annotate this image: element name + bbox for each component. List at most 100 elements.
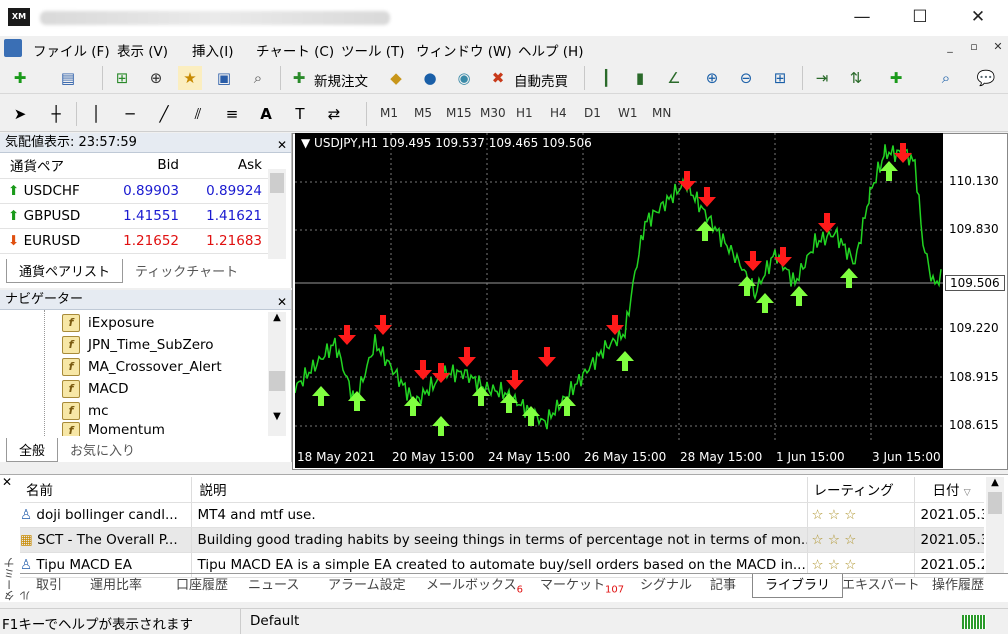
timeframe-w1[interactable]: W1	[618, 106, 638, 120]
auto-trade-icon[interactable]: ✖	[486, 66, 510, 90]
timeframe-m15[interactable]: M15	[446, 106, 472, 120]
search-icon[interactable]: ⌕	[934, 66, 958, 90]
navigator-item[interactable]: f iExposure	[62, 312, 154, 334]
arrows-icon[interactable]: ⇄	[322, 102, 346, 126]
chart-shift-icon[interactable]: ⇥	[810, 66, 834, 90]
tab-tick-chart[interactable]: ティックチャート	[123, 259, 250, 283]
close-icon[interactable]: ✕	[2, 475, 20, 489]
library-row[interactable]: ♙ doji bollinger candl... MT4 and mtf us…	[20, 502, 984, 528]
tab-trade[interactable]: 取引	[36, 574, 62, 598]
quote-row[interactable]: ⬆ GBPUSD 1.41551 1.41621	[0, 203, 268, 229]
col-bid[interactable]: Bid	[112, 153, 187, 179]
mdi-minimize-icon[interactable]: _	[940, 40, 960, 58]
crosshair-icon[interactable]: ┼	[44, 102, 68, 126]
text-label-icon[interactable]: T	[288, 102, 312, 126]
indicators-icon[interactable]: ✚	[884, 66, 908, 90]
minimize-button[interactable]: —	[834, 0, 890, 34]
menu-chart[interactable]: チャート (C)	[256, 40, 334, 60]
timeframe-h1[interactable]: H1	[516, 106, 533, 120]
timeframe-d1[interactable]: D1	[584, 106, 601, 120]
bar-chart-icon[interactable]: ┃	[594, 66, 618, 90]
col-description[interactable]: 説明	[191, 477, 808, 503]
tab-articles[interactable]: 記事	[710, 574, 736, 598]
navigator-item[interactable]: f MA_Crossover_Alert	[62, 356, 222, 378]
menu-window[interactable]: ウィンドウ (W)	[416, 40, 512, 60]
navigator-item[interactable]: f JPN_Time_SubZero	[62, 334, 214, 356]
close-button[interactable]: ✕	[950, 0, 1006, 34]
maximize-button[interactable]: ☐	[892, 0, 948, 34]
tab-exposure[interactable]: 運用比率	[90, 574, 142, 598]
col-symbol[interactable]: 通貨ペア	[0, 153, 112, 179]
signals-icon[interactable]: ◉	[452, 66, 476, 90]
tab-favorites[interactable]: お気に入り	[58, 438, 147, 462]
gold-bar-icon[interactable]: ◆	[384, 66, 408, 90]
text-icon[interactable]: A	[254, 102, 278, 126]
tab-news[interactable]: ニュース	[248, 574, 299, 598]
timeframe-m30[interactable]: M30	[480, 106, 506, 120]
equidistant-channel-icon[interactable]: ⫽	[186, 102, 210, 126]
menu-file[interactable]: ファイル (F)	[33, 40, 110, 60]
tile-windows-icon[interactable]: ⊞	[768, 66, 792, 90]
timeframe-h4[interactable]: H4	[550, 106, 567, 120]
tab-signals[interactable]: シグナル	[640, 574, 692, 598]
navigator-item[interactable]: f Momentum	[62, 422, 165, 436]
menu-tools[interactable]: ツール (T)	[341, 40, 405, 60]
tab-symbols[interactable]: 通貨ペアリスト	[6, 259, 124, 283]
menu-insert[interactable]: 挿入(I)	[192, 40, 234, 60]
close-icon[interactable]: ✕	[277, 292, 287, 312]
col-rating[interactable]: レーティング	[807, 477, 915, 503]
close-icon[interactable]: ✕	[277, 135, 287, 155]
new-order-button[interactable]: 新規注文	[314, 70, 368, 90]
community-icon[interactable]: ●	[418, 66, 442, 90]
tab-general[interactable]: 全般	[6, 438, 59, 462]
fibonacci-icon[interactable]: ≡	[220, 102, 244, 126]
menu-view[interactable]: 表示 (V)	[117, 40, 168, 60]
scrollbar[interactable]: ▲ ▼	[268, 312, 286, 436]
zoom-out-icon[interactable]: ⊖	[734, 66, 758, 90]
mdi-close-icon[interactable]: ✕	[988, 40, 1008, 58]
tab-experts[interactable]: エキスパート	[842, 574, 920, 598]
new-chart-icon[interactable]: ✚	[8, 66, 32, 90]
library-row-selected[interactable]: ▦ SCT - The Overall P... Building good t…	[20, 527, 984, 553]
auto-trade-button[interactable]: 自動売買	[514, 70, 568, 90]
arrow-up-icon: ⬆	[8, 182, 20, 199]
tab-journal[interactable]: 操作履歴	[932, 574, 984, 598]
navigator-item[interactable]: f mc	[62, 400, 109, 422]
document-icon[interactable]	[4, 39, 22, 57]
horizontal-line-icon[interactable]: ─	[118, 102, 142, 126]
menu-help[interactable]: ヘルプ (H)	[518, 40, 583, 60]
tab-mailbox[interactable]: メールボックス6	[426, 574, 523, 598]
new-order-icon[interactable]: ✚	[287, 66, 311, 90]
tab-alerts[interactable]: アラーム設定	[328, 574, 406, 598]
profiles-icon[interactable]: ▤	[56, 66, 80, 90]
scrollbar[interactable]	[268, 169, 286, 259]
quote-row[interactable]: ⬇ EURUSD 1.21652 1.21683	[0, 228, 268, 254]
zoom-in-icon[interactable]: ⊕	[700, 66, 724, 90]
candlestick-icon[interactable]: ▮	[628, 66, 652, 90]
tab-library[interactable]: ライブラリ	[752, 574, 844, 598]
tab-market[interactable]: マーケット107	[540, 574, 624, 598]
col-ask[interactable]: Ask	[187, 153, 268, 179]
quote-row[interactable]: ⬆ USDCHF 0.89903 0.89924	[0, 178, 268, 204]
scrollbar[interactable]: ▲	[986, 477, 1004, 573]
col-name[interactable]: 名前	[20, 477, 192, 503]
chat-icon[interactable]: 💬	[974, 66, 998, 90]
crosshair-nav-icon[interactable]: ⊕	[144, 66, 168, 90]
strategy-tester-icon[interactable]: ⌕	[246, 66, 270, 90]
col-date[interactable]: 日付 ▽	[914, 477, 984, 503]
market-watch-icon[interactable]: ⊞	[110, 66, 134, 90]
timeframe-m5[interactable]: M5	[414, 106, 432, 120]
cursor-icon[interactable]: ➤	[8, 102, 32, 126]
terminal-icon[interactable]: ▣	[212, 66, 236, 90]
timeframe-mn[interactable]: MN	[652, 106, 671, 120]
timeframe-m1[interactable]: M1	[380, 106, 398, 120]
mdi-restore-icon[interactable]: ▫	[964, 40, 984, 58]
navigator-item[interactable]: f MACD	[62, 378, 128, 400]
autoscroll-icon[interactable]: ⇅	[844, 66, 868, 90]
vertical-line-icon[interactable]: │	[84, 102, 108, 126]
tab-account-history[interactable]: 口座履歴	[176, 574, 228, 598]
line-chart-icon[interactable]: ∠	[662, 66, 686, 90]
price-chart[interactable]: ▼ USDJPY,H1 109.495 109.537 109.465 109.…	[294, 133, 943, 468]
navigator-icon[interactable]: ★	[178, 66, 202, 90]
trendline-icon[interactable]: ╱	[152, 102, 176, 126]
